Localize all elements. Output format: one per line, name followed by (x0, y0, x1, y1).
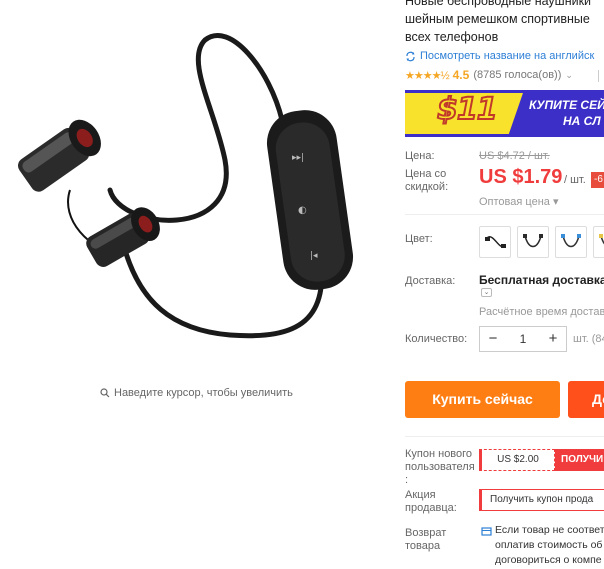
title-line: Новые беспроводные наушники (405, 0, 592, 8)
add-to-cart-button[interactable]: До (568, 381, 604, 418)
product-title: Новые беспроводные наушники шейным ремеш… (405, 0, 604, 46)
banner-text: НА СЛ (563, 114, 601, 128)
discount-badge: -6 (591, 172, 604, 188)
delivery-label: Доставка: (405, 275, 456, 287)
earphone-thumbnail-icon (561, 234, 581, 248)
rating-value: 4.5 (452, 68, 470, 82)
return-policy-icon (481, 527, 492, 536)
zoom-hint-text: Наведите курсор, чтобы увеличить (114, 387, 293, 399)
product-details: Новые беспроводные наушники шейным ремеш… (405, 0, 604, 569)
get-coupon-button[interactable]: ПОЛУЧИ (555, 449, 604, 471)
banner-amount: $11 (436, 91, 499, 128)
quantity-stepper: − 1 + (479, 326, 567, 352)
svg-text:▸▸|: ▸▸| (292, 153, 304, 163)
original-price: US $4.72 / шт. (479, 150, 550, 162)
divider (405, 214, 604, 215)
price-label: Цена: (405, 150, 435, 162)
chevron-down-icon[interactable]: ⌄ (481, 288, 492, 297)
coupon-amount: US $2.00 (479, 449, 555, 471)
returns-text-line: договориться о компе (495, 554, 602, 566)
earphone-thumbnail-icon (485, 236, 506, 248)
svg-text:|◂: |◂ (310, 251, 318, 261)
quantity-label: Количество: (405, 333, 468, 345)
banner-text: КУПИТЕ СЕЙ (529, 98, 604, 112)
quantity-input[interactable]: 1 (506, 332, 540, 346)
product-image[interactable]: ▸▸| ◐ |◂ (0, 0, 395, 380)
promo-banner[interactable]: $11 КУПИТЕ СЕЙ НА СЛ (405, 90, 604, 137)
increase-button[interactable]: + (540, 327, 566, 351)
returns-text-line: Если товар не соответ (495, 524, 604, 536)
returns-text: Если товар не соответ оплатив стоимость … (495, 523, 604, 568)
delivery-time: Расчётное время доставк (479, 306, 604, 318)
color-swatch[interactable] (593, 226, 604, 258)
decrease-button[interactable]: − (480, 327, 506, 351)
wholesale-price-link[interactable]: Оптовая цена ▾ (479, 195, 558, 208)
earphone-thumbnail-icon (599, 234, 604, 245)
buy-now-button[interactable]: Купить сейчас (405, 381, 560, 418)
price-unit: / шт. (564, 174, 586, 186)
new-user-coupon[interactable]: US $2.00 ПОЛУЧИ (479, 449, 604, 471)
translate-link-text[interactable]: Посмотреть название на английск (420, 50, 594, 62)
title-line: шейным ремешком спортивные (405, 12, 590, 26)
svg-text:◐: ◐ (298, 205, 307, 216)
zoom-hint: Наведите курсор, чтобы увеличить (100, 387, 293, 399)
seller-promo-label: Акция продавца: (405, 489, 457, 514)
translate-title-link[interactable]: Посмотреть название на английск (405, 50, 594, 62)
earphone-thumbnail-icon (523, 234, 543, 248)
color-swatches (479, 226, 604, 258)
color-swatch[interactable] (479, 226, 511, 258)
seller-coupon-button[interactable]: Получить купон прода (479, 489, 604, 511)
color-swatch[interactable] (517, 226, 549, 258)
divider (405, 436, 604, 437)
chevron-down-icon: ⌄ (565, 69, 573, 80)
search-icon (100, 388, 110, 398)
product-rating[interactable]: ★★★★½ 4.5 (8785 голоса(ов)) ⌄ (405, 68, 573, 82)
delivery-value[interactable]: Бесплатная доставка в (479, 273, 604, 287)
color-swatch[interactable] (555, 226, 587, 258)
sale-price-label: Цена со скидкой: (405, 168, 449, 193)
title-line: всех телефонов (405, 30, 499, 44)
returns-text-line: оплатив стоимость об (495, 539, 603, 551)
sale-price: US $1.79 (479, 166, 563, 188)
new-user-coupon-label: Купон нового пользователя : (405, 448, 475, 486)
rating-votes[interactable]: (8785 голоса(ов)) (473, 69, 561, 81)
star-rating-icon: ★★★★½ (405, 69, 450, 82)
divider (598, 70, 599, 82)
returns-label: Возврат товара (405, 527, 447, 552)
translate-icon (406, 51, 415, 61)
product-gallery[interactable]: ▸▸| ◐ |◂ Наведите курсор, чтобы увеличит… (0, 0, 395, 420)
quantity-available: шт. (84 (573, 333, 604, 345)
color-label: Цвет: (405, 233, 433, 245)
